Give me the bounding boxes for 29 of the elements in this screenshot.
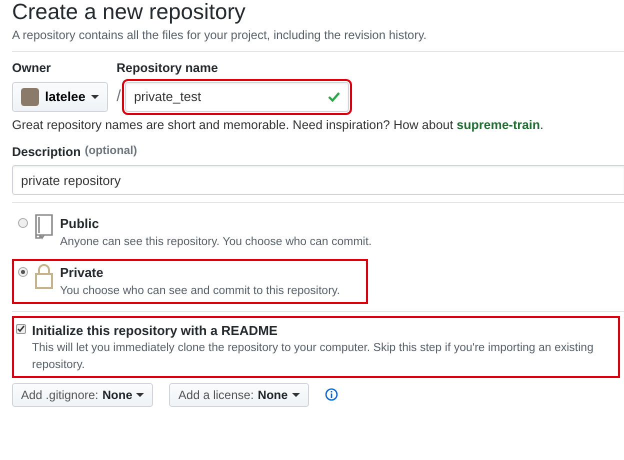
path-separator: / [116, 86, 121, 107]
info-icon[interactable] [324, 388, 338, 402]
readme-title: Initialize this repository with a README [32, 322, 279, 340]
radio-button[interactable] [18, 218, 28, 228]
option-title: Private [60, 264, 104, 282]
radio-button[interactable] [18, 267, 28, 278]
owner-dropdown[interactable]: latelee [12, 82, 108, 112]
owner-label: Owner [12, 60, 52, 78]
description-label: Description [12, 144, 81, 161]
page-title: Create a new repository [12, 0, 247, 24]
book-icon [34, 214, 54, 240]
repository-name-field[interactable]: private_test [124, 82, 349, 112]
lock-icon [34, 263, 54, 290]
name-hint: Great repository names are short and memorable. Need inspiration? How about supreme-train. [12, 116, 545, 134]
readme-description: This will let you immediately clone the repository to your computer. Skip this step if you're importing an existing repository. [32, 341, 594, 373]
select-dropdown[interactable]: Add a license: None [169, 382, 309, 407]
option-description: Anyone can see this repository. You choose who can commit. [60, 234, 372, 250]
option-title: Public [60, 215, 100, 234]
checkbox[interactable] [16, 324, 26, 334]
optional-note: (optional) [84, 144, 138, 159]
option-description: You choose who can see and commit to this repository. [60, 284, 340, 299]
repository-name-label: Repository name [116, 60, 219, 78]
avatar-icon [21, 88, 39, 106]
caret-icon [91, 94, 100, 99]
caret-icon [136, 392, 144, 397]
caret-icon [292, 392, 300, 397]
select-dropdown[interactable]: Add .gitignore: None [12, 382, 154, 407]
page-subtitle: A repository contains all the files for your project, including the revision history. [12, 27, 428, 44]
description-field[interactable]: private repository [12, 165, 624, 196]
